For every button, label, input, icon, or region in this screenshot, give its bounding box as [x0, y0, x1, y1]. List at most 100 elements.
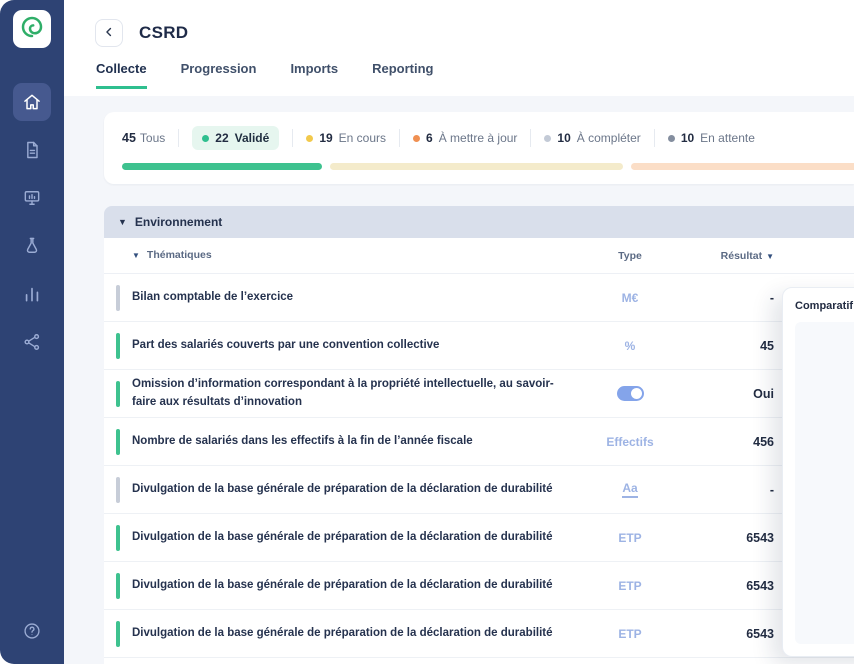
tab-collecte[interactable]: Collecte — [96, 61, 147, 89]
status-count: 22 — [215, 131, 228, 145]
divider — [654, 129, 655, 147]
column-resultat[interactable]: Résultat▼ — [690, 250, 774, 262]
row-type: M€ — [570, 291, 690, 305]
page-title: CSRD — [139, 23, 188, 43]
status-filter-a-mettre-a-jour[interactable]: 6 À mettre à jour — [413, 131, 517, 145]
row-label: Nombre de salariés dans les effectifs à … — [132, 433, 570, 450]
row-status-bar — [116, 333, 120, 359]
tab-progression[interactable]: Progression — [181, 61, 257, 89]
comparatif-panel: Comparatif — [782, 287, 854, 657]
table-row[interactable]: Divulgation de la base générale de prépa… — [104, 514, 854, 562]
app-window: CSRD Collecte Progression Imports Report… — [0, 0, 854, 664]
row-type: ETP — [570, 627, 690, 641]
status-label: En attente — [700, 131, 755, 145]
help-button[interactable] — [13, 612, 51, 650]
tab-imports[interactable]: Imports — [290, 61, 338, 89]
back-button[interactable] — [95, 19, 123, 47]
row-result: - — [690, 483, 774, 497]
row-result: 45 — [690, 339, 774, 353]
progress-segment — [631, 163, 854, 170]
tab-reporting[interactable]: Reporting — [372, 61, 433, 89]
section-environnement[interactable]: ▼ Environnement — [104, 206, 854, 238]
status-filter-row: 45Tous 22 Validé 19 En cours 6 À mettre à jou… — [122, 126, 836, 150]
tabs: Collecte Progression Imports Reporting — [95, 61, 854, 89]
table-row[interactable]: Divulgation de la base générale de prépa… — [104, 610, 854, 658]
column-resultat-label: Résultat — [721, 250, 762, 262]
table-body: Bilan comptable de l’exercice M€ - Part … — [104, 274, 854, 664]
status-count: 6 — [426, 131, 433, 145]
table-row[interactable]: Part des salariés couverts par une conve… — [104, 322, 854, 370]
status-filter-a-completer[interactable]: 10À compléter — [544, 131, 640, 145]
table-row[interactable] — [104, 658, 854, 664]
row-result: 6543 — [690, 627, 774, 641]
network-icon — [22, 332, 42, 352]
divider — [292, 129, 293, 147]
bar-chart-icon — [22, 284, 42, 304]
toggle-icon[interactable] — [617, 386, 644, 401]
status-filter-valide[interactable]: 22 Validé — [192, 126, 279, 150]
table-row[interactable]: Nombre de salariés dans les effectifs à … — [104, 418, 854, 466]
section-label: Environnement — [135, 215, 222, 229]
column-thematiques[interactable]: ▼ Thématiques — [132, 248, 570, 264]
content-area: 45Tous 22Validé19En cours6À mettre à jou… — [64, 96, 854, 664]
status-card: 45Tous 22 Validé 19 En cours 6 À mettre à jou… — [104, 112, 854, 184]
status-dot — [544, 135, 551, 142]
question-mark-icon — [22, 621, 42, 641]
table-header-row: ▼ Thématiques Type Résultat▼ — [104, 238, 854, 274]
chevron-down-icon: ▼ — [118, 217, 127, 227]
status-count: 19 — [319, 131, 332, 145]
status-label: Validé — [235, 131, 270, 145]
row-type: ETP — [570, 531, 690, 545]
row-result: 456 — [690, 435, 774, 449]
row-label: Part des salariés couverts par une conve… — [132, 337, 570, 354]
status-filter-en-attente[interactable]: 10 En attente — [668, 131, 755, 145]
row-type: Effectifs — [570, 435, 690, 449]
row-label: Divulgation de la base générale de prépa… — [132, 481, 570, 498]
chevron-down-icon: ▼ — [132, 250, 140, 262]
status-label: À mettre à jour — [439, 131, 518, 145]
status-filter-en-cours[interactable]: 19 En cours — [306, 131, 386, 145]
row-label: Divulgation de la base générale de prépa… — [132, 529, 570, 546]
green-spiral-logo-icon — [20, 15, 44, 44]
topbar: CSRD Collecte Progression Imports Report… — [64, 0, 854, 96]
row-label: Bilan comptable de l’exercice — [132, 289, 570, 306]
flask-icon — [22, 236, 42, 256]
row-result: 6543 — [690, 579, 774, 593]
row-type: Aa — [570, 481, 690, 498]
table-row[interactable]: Bilan comptable de l’exercice M€ - — [104, 274, 854, 322]
status-label: Tous — [140, 131, 165, 145]
table-row[interactable]: Divulgation de la base générale de prépa… — [104, 562, 854, 610]
row-label: Divulgation de la base générale de prépa… — [132, 577, 570, 594]
spacer — [116, 243, 120, 269]
sidebar-item-network[interactable] — [13, 323, 51, 361]
text-format-icon: Aa — [622, 482, 637, 498]
app-logo — [13, 10, 51, 48]
row-type: ETP — [570, 579, 690, 593]
sidebar-item-home[interactable] — [13, 83, 51, 121]
sidebar-item-presentation[interactable] — [13, 179, 51, 217]
table-row[interactable]: Divulgation de la base générale de prépa… — [104, 466, 854, 514]
status-count: 10 — [681, 131, 694, 145]
row-result: 6543 — [690, 531, 774, 545]
toggle-knob — [631, 388, 642, 399]
table-row[interactable]: Omission d’information correspondant à l… — [104, 370, 854, 418]
sidebar — [0, 0, 64, 664]
status-dot — [413, 135, 420, 142]
comparatif-body — [795, 322, 854, 644]
sidebar-item-analytics[interactable] — [13, 275, 51, 313]
status-label: En cours — [339, 131, 386, 145]
row-status-bar — [116, 381, 120, 407]
divider — [178, 129, 179, 147]
document-icon — [22, 140, 42, 160]
row-label: Divulgation de la base générale de prépa… — [132, 625, 570, 642]
column-thematiques-label: Thématiques — [147, 248, 212, 264]
sidebar-item-lab[interactable] — [13, 227, 51, 265]
status-dot — [306, 135, 313, 142]
status-dot — [202, 135, 209, 142]
row-status-bar — [116, 285, 120, 311]
status-count: 10 — [557, 131, 570, 145]
divider — [399, 129, 400, 147]
sidebar-item-documents[interactable] — [13, 131, 51, 169]
comparatif-title: Comparatif — [795, 300, 854, 312]
status-filter-tous[interactable]: 45Tous — [122, 131, 165, 145]
